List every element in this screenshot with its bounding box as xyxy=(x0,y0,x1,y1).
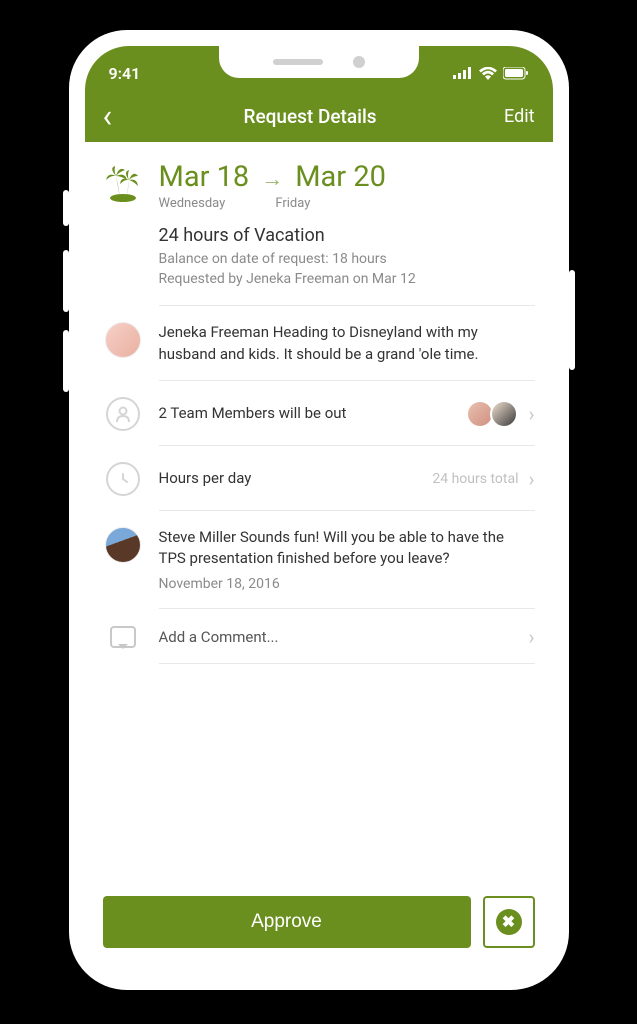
volume-up xyxy=(63,250,69,312)
start-day: Wednesday xyxy=(159,196,226,211)
screen: 9:41 ‹ Request Details Edit Mar 18 → xyxy=(85,46,553,974)
comment-row: Steve Miller Sounds fun! Will you be abl… xyxy=(103,511,535,609)
date-range: Mar 18 → Mar 20 Wednesday Friday xyxy=(159,160,535,211)
end-date: Mar 20 xyxy=(295,160,386,194)
phone-frame: 9:41 ‹ Request Details Edit Mar 18 → xyxy=(69,30,569,990)
team-member-avatar xyxy=(490,400,518,428)
power-button xyxy=(569,270,575,370)
page-title: Request Details xyxy=(128,105,492,128)
battery-icon xyxy=(503,67,529,80)
close-icon: ✖ xyxy=(496,909,522,935)
arrow-icon: → xyxy=(261,166,283,192)
request-note-row: Jeneka Freeman Heading to Disneyland wit… xyxy=(103,306,535,380)
hours-value: 24 hours total xyxy=(432,471,518,487)
add-comment-row[interactable]: Add a Comment... › xyxy=(103,609,535,663)
nav-bar: ‹ Request Details Edit xyxy=(85,90,553,142)
edit-button[interactable]: Edit xyxy=(504,106,534,127)
person-icon xyxy=(106,397,140,431)
notch xyxy=(219,46,419,78)
hours-per-day-row[interactable]: Hours per day 24 hours total › xyxy=(103,446,535,510)
hours-label: Hours per day xyxy=(159,468,417,490)
deny-button[interactable]: ✖ xyxy=(483,896,535,948)
volume-down xyxy=(63,330,69,392)
status-time: 9:41 xyxy=(109,64,141,83)
request-summary: 24 hours of Vacation Balance on date of … xyxy=(159,225,535,289)
add-comment-placeholder: Add a Comment... xyxy=(159,627,507,649)
summary-requester: Requested by Jeneka Freeman on Mar 12 xyxy=(159,270,535,290)
request-note-text: Jeneka Freeman Heading to Disneyland wit… xyxy=(159,322,535,366)
team-out-label: 2 Team Members will be out xyxy=(159,403,451,425)
summary-balance: Balance on date of request: 18 hours xyxy=(159,250,535,270)
chevron-right-icon: › xyxy=(522,467,534,491)
summary-title: 24 hours of Vacation xyxy=(159,225,535,246)
start-date: Mar 18 xyxy=(159,160,250,194)
team-out-row[interactable]: 2 Team Members will be out › xyxy=(103,381,535,445)
cellular-icon xyxy=(453,67,473,79)
comment-icon xyxy=(110,626,136,648)
comment-text: Steve Miller Sounds fun! Will you be abl… xyxy=(159,527,531,571)
end-day: Friday xyxy=(275,196,310,211)
status-indicators xyxy=(453,67,529,80)
approve-button[interactable]: Approve xyxy=(103,896,471,948)
team-avatars: › xyxy=(466,400,534,428)
clock-icon xyxy=(106,462,140,496)
chevron-right-icon: › xyxy=(522,402,534,426)
wifi-icon xyxy=(479,67,497,80)
chevron-right-icon: › xyxy=(522,625,534,649)
mute-switch xyxy=(63,190,69,226)
request-header: Mar 18 → Mar 20 Wednesday Friday xyxy=(103,160,535,211)
vacation-icon xyxy=(103,160,143,211)
action-footer: Approve ✖ xyxy=(85,882,553,974)
back-button[interactable]: ‹ xyxy=(103,100,117,132)
commenter-avatar xyxy=(105,527,141,563)
requester-avatar xyxy=(105,322,141,358)
comment-date: November 18, 2016 xyxy=(159,574,531,594)
content: Mar 18 → Mar 20 Wednesday Friday 24 hour… xyxy=(85,142,553,882)
